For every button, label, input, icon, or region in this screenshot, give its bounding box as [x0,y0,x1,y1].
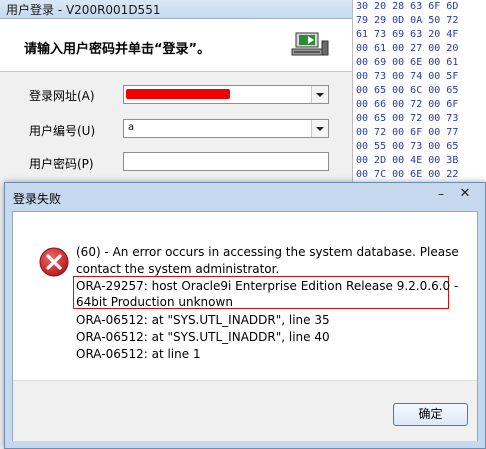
message-line: ORA-06512: at "SYS.UTL_INADDR", line 40 [76,330,330,344]
redaction-mark [126,89,230,99]
message-line: (60) - An error occurs in accessing the … [76,245,459,259]
error-dialog: 登录失败 – ✕ (60) - An error occurs in acces… [4,182,486,449]
login-computer-icon [291,32,329,56]
login-banner: 请输入用户密码并单击“登录”。 [0,19,352,72]
hex-row: 30 20 28 63 6F 6D [356,1,459,12]
chevron-down-icon[interactable] [311,86,328,103]
message-line: ORA-06512: at line 1 [76,347,201,361]
close-icon[interactable]: ✕ [453,185,477,203]
password-field[interactable] [123,152,329,171]
hex-row: 00 69 00 6E 00 61 [356,57,459,68]
hex-row: 61 73 69 63 20 4F [356,29,459,40]
message-line: ORA-06512: at "SYS.UTL_INADDR", line 35 [76,313,330,327]
hex-row: 00 7C 00 6E 00 22 [356,169,459,180]
login-titlebar: 用户登录 - V200R001D551 [0,0,352,19]
hex-row: 00 61 00 27 00 20 [356,43,459,54]
chevron-down-icon[interactable] [311,120,328,137]
hex-row: 00 2D 00 4E 00 3B [356,155,459,166]
login-window: 用户登录 - V200R001D551 请输入用户密码并单击“登录”。 登录网址… [0,0,353,185]
minimize-icon[interactable]: – [431,185,451,203]
error-dialog-title: 登录失败 [13,192,62,206]
error-icon [39,247,69,277]
login-instruction: 请输入用户密码并单击“登录”。 [24,42,211,57]
message-line: contact the system administrator. [76,262,280,276]
hex-row: 79 29 0D 0A 50 72 [356,15,459,26]
hex-row: 00 65 00 72 00 73 [356,113,459,124]
url-combobox[interactable] [123,85,329,104]
message-line: ORA-29257: host Oracle9i Enterprise Edit… [76,279,459,293]
hex-viewer-background: 30 20 28 63 6F 6D 79 29 0D 0A 50 72 61 73 … [352,0,486,185]
user-id-value: a [128,122,135,133]
hex-row: 00 72 00 6F 00 77 [356,127,459,138]
user-id-label: 用户编号(U) [29,124,96,138]
url-label: 登录网址(A) [29,89,95,103]
password-label: 用户密码(P) [29,157,94,171]
message-line: 64bit Production unknown [76,295,233,309]
hex-row: 00 66 00 72 00 6F [356,99,459,110]
hex-row: 00 73 00 74 00 5F [356,71,459,82]
hex-row: 00 55 00 73 00 65 [356,141,459,152]
login-window-title: 用户登录 - V200R001D551 [6,3,161,17]
user-id-combobox[interactable]: a [123,119,329,138]
ok-button[interactable]: 确定 [393,403,468,426]
hex-row: 00 65 00 6C 00 65 [356,85,459,96]
